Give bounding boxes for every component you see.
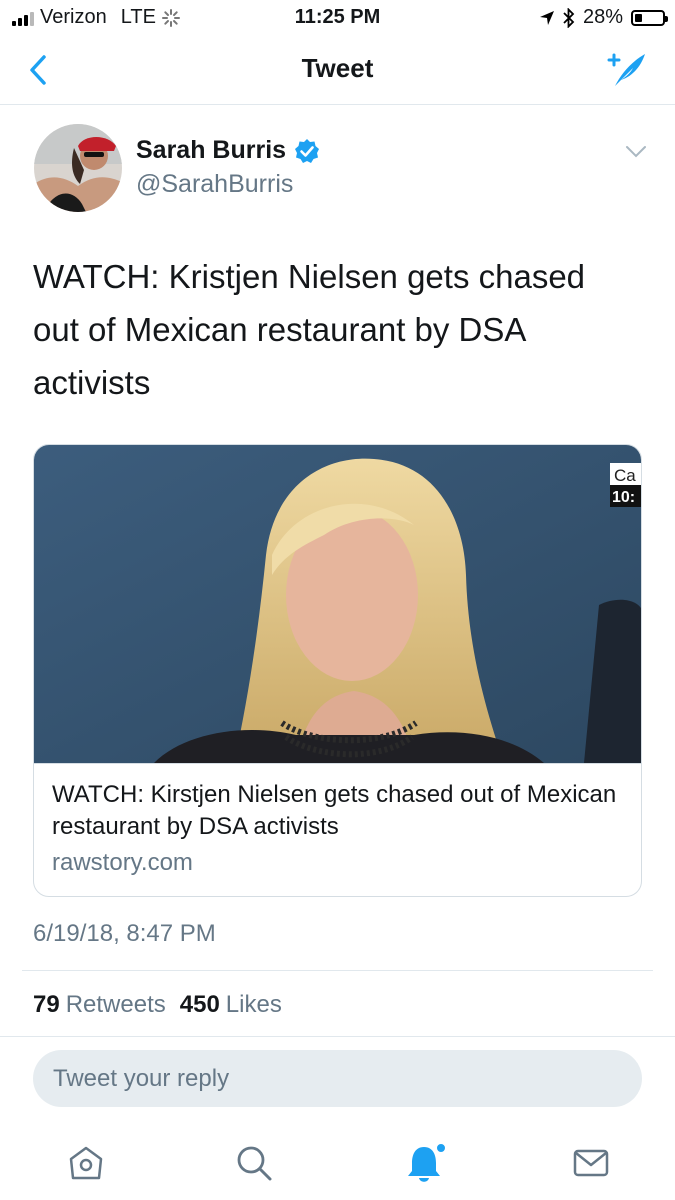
- divider: [22, 970, 653, 971]
- retweets-label[interactable]: Retweets: [66, 991, 166, 1019]
- avatar[interactable]: [34, 124, 122, 212]
- tweet-options-button[interactable]: [625, 144, 647, 160]
- battery-icon: [631, 9, 668, 26]
- video-overlay-time: 10:: [612, 489, 635, 506]
- bluetooth-icon: [563, 7, 575, 28]
- chevron-down-icon: [626, 146, 646, 158]
- author-handle[interactable]: @SarahBurris: [136, 170, 293, 199]
- home-icon: [69, 1146, 103, 1180]
- notifications-icon: [408, 1142, 447, 1182]
- tab-bar: [0, 1125, 675, 1200]
- tab-notifications[interactable]: [397, 1135, 453, 1191]
- verified-badge-icon: [295, 138, 320, 163]
- page-title: Tweet: [301, 53, 374, 83]
- reply-placeholder: Tweet your reply: [53, 1065, 230, 1092]
- tweet-text: WATCH: Kristjen Nielsen gets chased out …: [33, 258, 586, 401]
- navigation-bar: Tweet: [0, 36, 675, 105]
- compose-tweet-button[interactable]: [603, 50, 647, 90]
- status-bar: Verizon LTE 11:25 PM 28%: [0, 0, 675, 36]
- tweet-timestamp: 6/19/18, 8:47 PM: [33, 920, 216, 947]
- battery-percent: 28%: [582, 6, 623, 28]
- author-name-row[interactable]: Sarah Burris: [136, 136, 320, 165]
- tab-search[interactable]: [226, 1135, 282, 1191]
- card-domain: rawstory.com: [52, 849, 193, 876]
- author-name[interactable]: Sarah Burris: [136, 136, 286, 165]
- video-overlay-label: Ca: [614, 466, 636, 485]
- tweet-stats: 79 Retweets 450 Likes: [33, 991, 290, 1019]
- likes-label[interactable]: Likes: [226, 991, 282, 1019]
- search-icon: [237, 1146, 272, 1181]
- tab-home[interactable]: [58, 1135, 114, 1191]
- location-arrow-icon: [539, 10, 554, 25]
- divider: [0, 1036, 675, 1037]
- link-card[interactable]: Ca 10: WATCH: Kirstjen Nielsen gets chas…: [33, 444, 642, 897]
- compose-tweet-icon: [607, 53, 645, 86]
- tab-messages[interactable]: [563, 1135, 619, 1191]
- card-title[interactable]: WATCH: Kirstjen Nielsen gets chased out …: [52, 779, 622, 843]
- reply-input[interactable]: Tweet your reply: [33, 1050, 642, 1107]
- retweet-count[interactable]: 79: [33, 991, 60, 1019]
- status-right: 28%: [539, 6, 668, 29]
- like-count[interactable]: 450: [180, 991, 220, 1019]
- messages-icon: [573, 1149, 609, 1177]
- card-image[interactable]: Ca 10:: [34, 445, 641, 764]
